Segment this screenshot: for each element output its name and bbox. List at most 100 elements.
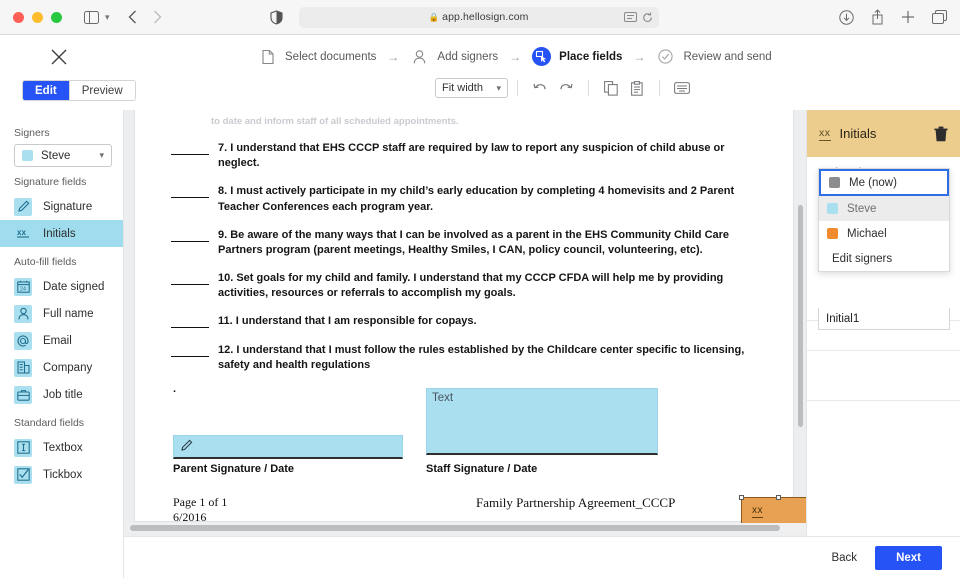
document-canvas[interactable]: to date and inform staff of all schedule… <box>124 110 806 578</box>
staff-text-field[interactable]: Text <box>426 387 658 455</box>
sidebar-field-label: Job title <box>43 388 83 401</box>
person-icon <box>410 47 429 66</box>
calendar-icon: 24 <box>14 277 32 296</box>
step-label: Place fields <box>559 50 623 63</box>
minimize-window-button[interactable] <box>32 11 43 23</box>
signer-select[interactable]: Steve ▾ <box>14 144 112 167</box>
trash-icon[interactable] <box>934 126 948 142</box>
share-icon[interactable] <box>871 9 884 25</box>
pen-icon <box>14 197 32 216</box>
sidebar-field-initials[interactable]: xx Initials <box>0 220 123 247</box>
toolbar-divider <box>659 80 660 96</box>
at-sign-icon <box>14 331 32 350</box>
document-content: to date and inform staff of all schedule… <box>171 116 806 539</box>
paste-icon[interactable] <box>628 79 646 97</box>
svg-text:24: 24 <box>20 287 26 293</box>
keyboard-shortcuts-icon[interactable] <box>673 79 691 97</box>
zoom-select[interactable]: Fit width ▾ <box>435 78 508 98</box>
redo-icon[interactable] <box>557 79 575 97</box>
window-traffic-lights <box>13 11 62 23</box>
dropdown-option-steve[interactable]: Steve <box>819 196 949 221</box>
vertical-scrollbar[interactable] <box>798 205 803 427</box>
step-arrow-icon: → <box>509 49 522 64</box>
step-label: Select documents <box>285 50 377 63</box>
step-place-fields[interactable]: Place fields <box>532 47 622 66</box>
signature-blank-line <box>171 274 209 286</box>
document-footer: Page 1 of 1 6/2016 Family Partnership Ag… <box>171 494 806 539</box>
close-icon[interactable] <box>48 46 70 68</box>
back-button[interactable]: Back <box>831 552 857 564</box>
text-field-placeholder: Text <box>432 391 454 404</box>
signature-blank-line <box>171 231 209 242</box>
initials-xx-icon: xx <box>14 224 32 243</box>
dropdown-option-edit-signers[interactable]: Edit signers <box>819 246 949 271</box>
clause-text: 10. Set goals for my child and family. I… <box>218 272 724 300</box>
initials-placeholder: xx <box>752 504 763 518</box>
step-add-signers[interactable]: Add signers <box>410 47 498 66</box>
signature-blank-line <box>171 187 209 199</box>
sidebar-field-date-signed[interactable]: 24 Date signed <box>0 273 123 300</box>
signature-blank-line <box>171 317 209 329</box>
download-icon[interactable] <box>839 9 854 25</box>
new-tab-icon[interactable] <box>901 10 915 24</box>
step-select-documents[interactable]: Select documents <box>258 47 376 66</box>
dropdown-option-label: Steve <box>847 202 877 215</box>
preview-tab[interactable]: Preview <box>68 81 135 100</box>
sidebar-field-job-title[interactable]: Job title <box>0 381 123 408</box>
panel-divider <box>807 350 960 351</box>
parent-signature-field[interactable] <box>173 434 403 459</box>
next-button[interactable]: Next <box>875 545 942 570</box>
sidebar-field-signature[interactable]: Signature <box>0 193 123 220</box>
browser-toolbar: ▾ 🔒 app.hellosign.com <box>0 0 960 35</box>
editor-toolbar: Edit Preview Fit width ▾ <box>0 78 960 110</box>
sidebar-field-full-name[interactable]: Full name <box>0 300 123 327</box>
document-clause: 8. I must actively participate in my chi… <box>171 184 757 214</box>
app-top-nav: Select documents → Add signers → Place f… <box>0 35 960 78</box>
address-bar[interactable]: 🔒 app.hellosign.com <box>298 6 659 28</box>
document-clause: 9. Be aware of the many ways that I can … <box>171 228 757 258</box>
undo-icon[interactable] <box>531 79 549 97</box>
edit-tab[interactable]: Edit <box>23 81 69 100</box>
reload-icon[interactable] <box>642 12 653 23</box>
document-page[interactable]: to date and inform staff of all schedule… <box>135 110 806 530</box>
document-clause: 12. I understand that I must follow the … <box>171 343 757 373</box>
signers-section-title: Signers <box>14 127 50 139</box>
signature-blank-line <box>171 346 209 357</box>
assigned-to-dropdown[interactable]: Me (now) Steve Michael Edit signers <box>818 168 950 272</box>
clause-text: 9. Be aware of the many ways that I can … <box>218 228 730 256</box>
sidebar-chevron-down-icon[interactable]: ▾ <box>105 12 110 23</box>
sidebar-field-company[interactable]: Company <box>0 354 123 381</box>
back-arrow-icon[interactable] <box>128 10 137 24</box>
svg-text:xx: xx <box>17 228 26 237</box>
reader-view-icon[interactable] <box>623 12 637 22</box>
toolbar-divider <box>517 80 518 96</box>
sidebar-field-email[interactable]: Email <box>0 327 123 354</box>
resize-handle[interactable] <box>739 494 744 500</box>
briefcase-icon <box>14 385 32 404</box>
privacy-shield-icon[interactable] <box>269 9 283 25</box>
pen-icon <box>180 439 193 452</box>
signature-fields-title: Signature fields <box>14 176 87 188</box>
document-icon <box>258 47 277 66</box>
field-name-input[interactable]: Initial1 <box>818 308 950 330</box>
close-window-button[interactable] <box>13 11 24 23</box>
maximize-window-button[interactable] <box>51 11 62 23</box>
sidebar-toggle-icon[interactable] <box>84 10 99 24</box>
wizard-steps: Select documents → Add signers → Place f… <box>258 47 772 66</box>
field-properties-panel: xx Initials Assigned to ▾ Michael ▾ Init… <box>806 110 960 578</box>
assignee-color-swatch <box>827 203 838 214</box>
clause-text: 12. I understand that I must follow the … <box>218 343 745 371</box>
forward-arrow-icon[interactable] <box>153 10 162 24</box>
address-bar-actions <box>623 12 653 23</box>
dropdown-option-me-now[interactable]: Me (now) <box>819 169 949 196</box>
step-review-and-send[interactable]: Review and send <box>656 47 772 66</box>
left-sidebar: Signers Steve ▾ Signature fields Signatu… <box>0 110 124 578</box>
sidebar-field-tickbox[interactable]: Tickbox <box>0 461 123 488</box>
step-label: Review and send <box>683 50 772 63</box>
copy-icon[interactable] <box>602 79 620 97</box>
tab-overview-icon[interactable] <box>932 10 947 24</box>
horizontal-scrollbar[interactable] <box>130 525 780 531</box>
resize-handle[interactable] <box>776 494 781 500</box>
sidebar-field-textbox[interactable]: Textbox <box>0 434 123 461</box>
dropdown-option-michael[interactable]: Michael <box>819 221 949 246</box>
